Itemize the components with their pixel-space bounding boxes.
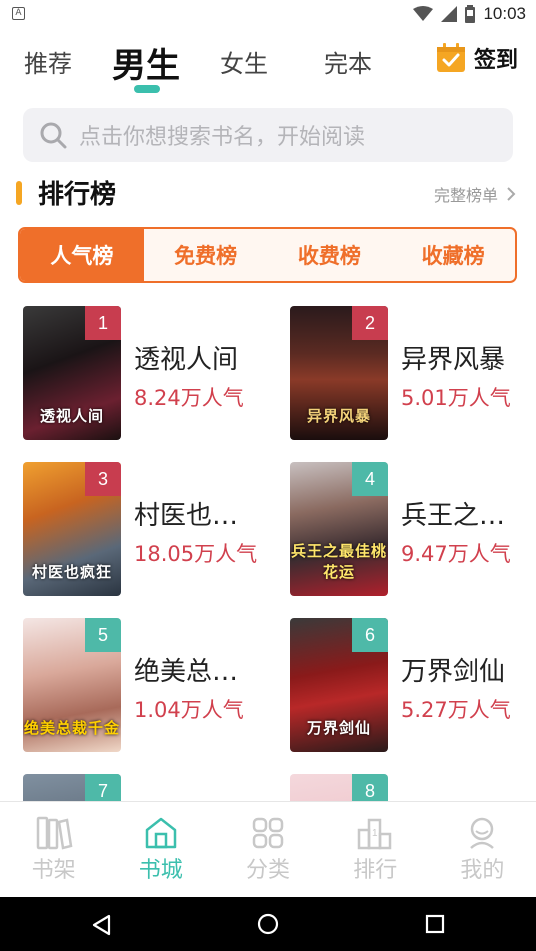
- tab-free[interactable]: 免费榜: [144, 229, 268, 281]
- book-item[interactable]: 万界剑仙 6 万界剑仙 5.27万人气: [290, 618, 536, 753]
- status-icons: 10:03: [413, 3, 526, 25]
- tab-female[interactable]: 女生: [220, 44, 268, 79]
- book-title: 村医也…: [134, 501, 239, 531]
- book-title: 异界风暴: [401, 345, 506, 375]
- rank-badge: 4: [352, 462, 388, 496]
- checkin-label: 签到: [474, 48, 519, 73]
- cover-title: 兵王之最佳桃花运: [290, 542, 387, 581]
- book-title: 绝美总…: [134, 657, 239, 687]
- book-cover: 村医也疯狂 3: [23, 462, 121, 596]
- book-title: 万界剑仙: [401, 657, 506, 687]
- book-item[interactable]: 村医也疯狂 3 村医也… 18.05万人气: [23, 462, 273, 597]
- search-bar[interactable]: 点击你想搜索书名，开始阅读: [23, 108, 513, 162]
- cover-title: 异界风暴: [306, 407, 371, 425]
- nav-category[interactable]: 分类: [214, 802, 321, 897]
- cover-title: 透视人间: [39, 407, 104, 425]
- system-navigation-bar: [0, 897, 536, 951]
- ranking-icon: 1: [357, 818, 392, 850]
- rank-badge: 2: [352, 306, 388, 340]
- nav-label: 分类: [246, 858, 291, 883]
- notification-icon: A: [12, 7, 25, 20]
- book-cover: 兵王之最佳桃花运 4: [290, 462, 388, 596]
- home-icon[interactable]: [257, 913, 279, 935]
- rank-badge: 5: [85, 618, 121, 652]
- category-icon: [252, 817, 284, 849]
- top-header: 推荐 男生 女生 完本 签到: [0, 28, 536, 98]
- nav-label: 书城: [138, 858, 183, 883]
- profile-icon: [470, 817, 495, 849]
- book-title: 兵王之…: [401, 501, 506, 531]
- book-cover: 万界剑仙 6: [290, 618, 388, 752]
- calendar-check-icon: [437, 43, 465, 72]
- ranking-tabs: 人气榜 免费榜 收费榜 收藏榜: [18, 227, 517, 283]
- nav-label: 排行: [353, 858, 398, 883]
- full-ranking-link[interactable]: 完整榜单: [434, 182, 516, 206]
- nav-bookstore[interactable]: 书城: [107, 802, 214, 897]
- tab-male[interactable]: 男生: [112, 38, 180, 87]
- book-popularity: 8.24万人气: [134, 386, 244, 410]
- section-marker: [16, 181, 22, 205]
- nav-ranking[interactable]: 1 排行: [322, 802, 429, 897]
- cover-title: 村医也疯狂: [31, 563, 112, 581]
- active-tab-indicator: [134, 85, 160, 93]
- book-item[interactable]: 绝美总裁千金 5 绝美总… 1.04万人气: [23, 618, 273, 753]
- svg-text:1: 1: [372, 828, 378, 839]
- full-ranking-label: 完整榜单: [433, 186, 498, 205]
- tab-completed[interactable]: 完本: [324, 44, 372, 79]
- bookshelf-icon: [36, 816, 73, 850]
- book-popularity: 1.04万人气: [134, 698, 244, 722]
- bookstore-icon: [145, 817, 177, 849]
- tab-popularity[interactable]: 人气榜: [20, 229, 144, 281]
- tab-favorites[interactable]: 收藏榜: [391, 229, 515, 281]
- cover-title: 绝美总裁千金: [23, 719, 120, 737]
- rank-badge: 1: [85, 306, 121, 340]
- book-title: 透视人间: [134, 345, 239, 375]
- book-popularity: 9.47万人气: [401, 542, 511, 566]
- book-item[interactable]: 异界风暴 2 异界风暴 5.01万人气: [290, 306, 536, 441]
- book-cover: 透视人间 1: [23, 306, 121, 440]
- cover-title: 万界剑仙: [306, 719, 371, 737]
- nav-label: 书架: [31, 858, 76, 883]
- book-popularity: 5.27万人气: [401, 698, 511, 722]
- nav-profile[interactable]: 我的: [429, 802, 536, 897]
- book-item[interactable]: 透视人间 1 透视人间 8.24万人气: [23, 306, 273, 441]
- nav-label: 我的: [460, 858, 505, 883]
- clock: 10:03: [483, 4, 526, 23]
- checkin-button[interactable]: 签到: [436, 42, 518, 74]
- recents-icon[interactable]: [425, 914, 445, 934]
- chevron-right-icon: [507, 187, 516, 201]
- status-bar: A 10:03: [0, 0, 536, 28]
- rank-badge: 3: [85, 462, 121, 496]
- nav-bookshelf[interactable]: 书架: [0, 802, 107, 897]
- back-icon[interactable]: [91, 914, 111, 936]
- book-popularity: 18.05万人气: [134, 542, 258, 566]
- rank-badge: 6: [352, 618, 388, 652]
- signal-icon: [441, 6, 458, 22]
- book-popularity: 5.01万人气: [401, 386, 511, 410]
- tab-paid[interactable]: 收费榜: [268, 229, 392, 281]
- wifi-icon: [413, 6, 434, 21]
- battery-icon: [465, 5, 476, 23]
- book-cover: 异界风暴 2: [290, 306, 388, 440]
- ranking-title: 排行榜: [38, 180, 117, 210]
- search-placeholder: 点击你想搜索书名，开始阅读: [79, 125, 366, 150]
- book-cover: 绝美总裁千金 5: [23, 618, 121, 752]
- tab-recommend[interactable]: 推荐: [24, 44, 72, 79]
- bottom-navigation: 书架 书城 分类 1 排行 我的: [0, 801, 536, 897]
- book-item[interactable]: 兵王之最佳桃花运 4 兵王之… 9.47万人气: [290, 462, 536, 597]
- search-icon: [40, 122, 67, 149]
